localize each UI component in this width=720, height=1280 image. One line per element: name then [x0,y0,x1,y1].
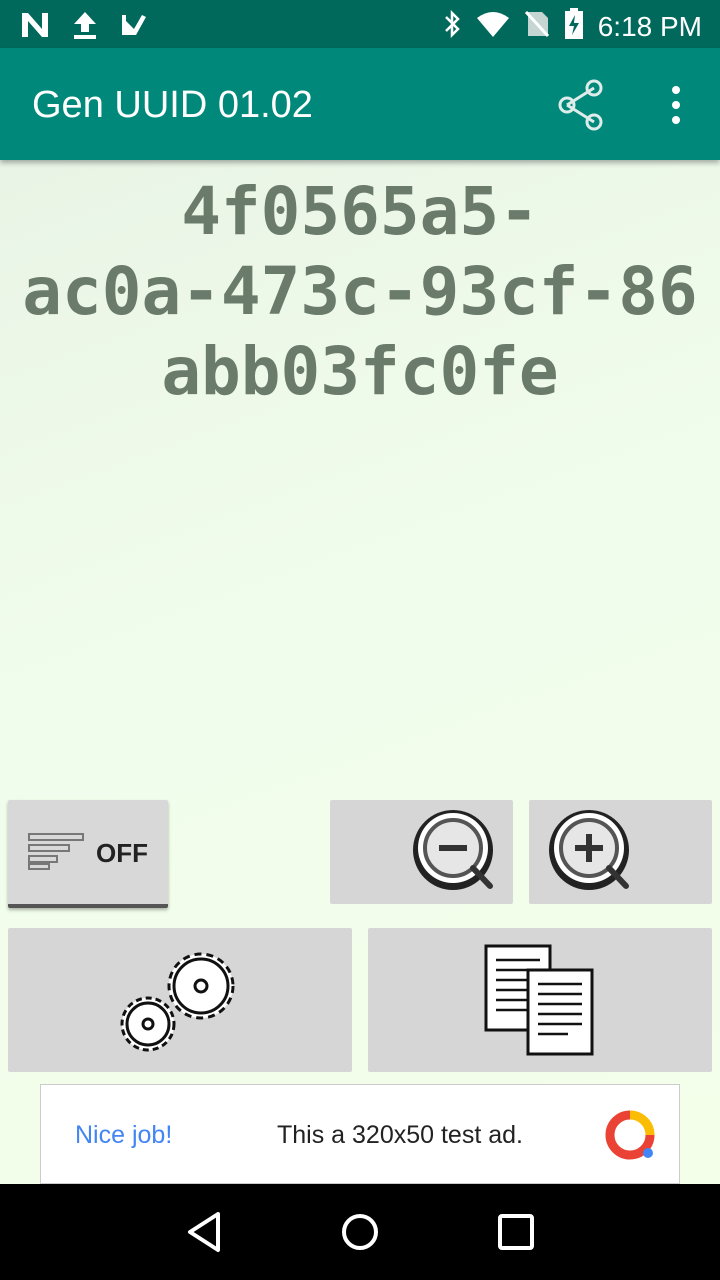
format-toggle-button[interactable]: OFF [8,800,168,908]
wifi-icon [476,10,510,43]
recents-icon [498,1214,534,1250]
ad-text: This a 320x50 test ad. [277,1121,523,1149]
settings-gears-icon [120,952,235,1052]
task-check-icon [120,11,148,44]
share-icon [558,79,603,131]
main-content: 4f0565a5- ac0a-473c-93cf-86 abb03fc0fe O… [0,160,720,1184]
share-button[interactable] [554,78,608,132]
uuid-line-3: abb03fc0fe [161,333,559,410]
banner-ad[interactable]: Nice job! This a 320x50 test ad. [40,1084,680,1184]
zoom-out-button[interactable] [330,800,513,904]
bluetooth-icon [442,9,462,44]
format-list-icon [28,833,84,870]
copy-documents-icon [484,944,594,1056]
more-vert-icon [672,86,680,124]
zoom-out-icon [413,810,493,890]
battery-charging-icon [564,8,584,45]
app-bar: Gen UUID 01.02 [0,48,720,160]
ad-logo-icon [605,1110,655,1160]
no-sim-icon [524,10,550,43]
n-notification-icon [20,11,50,44]
uuid-line-2: ac0a-473c-93cf-86 [22,253,698,330]
home-button[interactable] [338,1208,382,1261]
back-icon [188,1212,220,1252]
overflow-menu-button[interactable] [656,78,696,132]
navigation-bar [0,1184,720,1280]
uuid-display[interactable]: 4f0565a5- ac0a-473c-93cf-86 abb03fc0fe [0,172,720,412]
zoom-in-button[interactable] [529,800,712,904]
format-toggle-label: OFF [96,838,148,868]
status-time: 6:18 PM [597,10,702,42]
status-bar: 6:18 PM [0,0,720,48]
ad-nice-job: Nice job! [75,1121,173,1149]
upload-icon [72,10,98,45]
copy-button[interactable] [368,928,712,1072]
back-button[interactable] [184,1208,224,1261]
settings-button[interactable] [8,928,352,1072]
recents-button[interactable] [496,1208,536,1261]
zoom-in-icon [549,810,629,890]
uuid-line-1: 4f0565a5- [181,173,539,250]
app-title: Gen UUID 01.02 [32,84,313,126]
home-icon [342,1214,378,1250]
